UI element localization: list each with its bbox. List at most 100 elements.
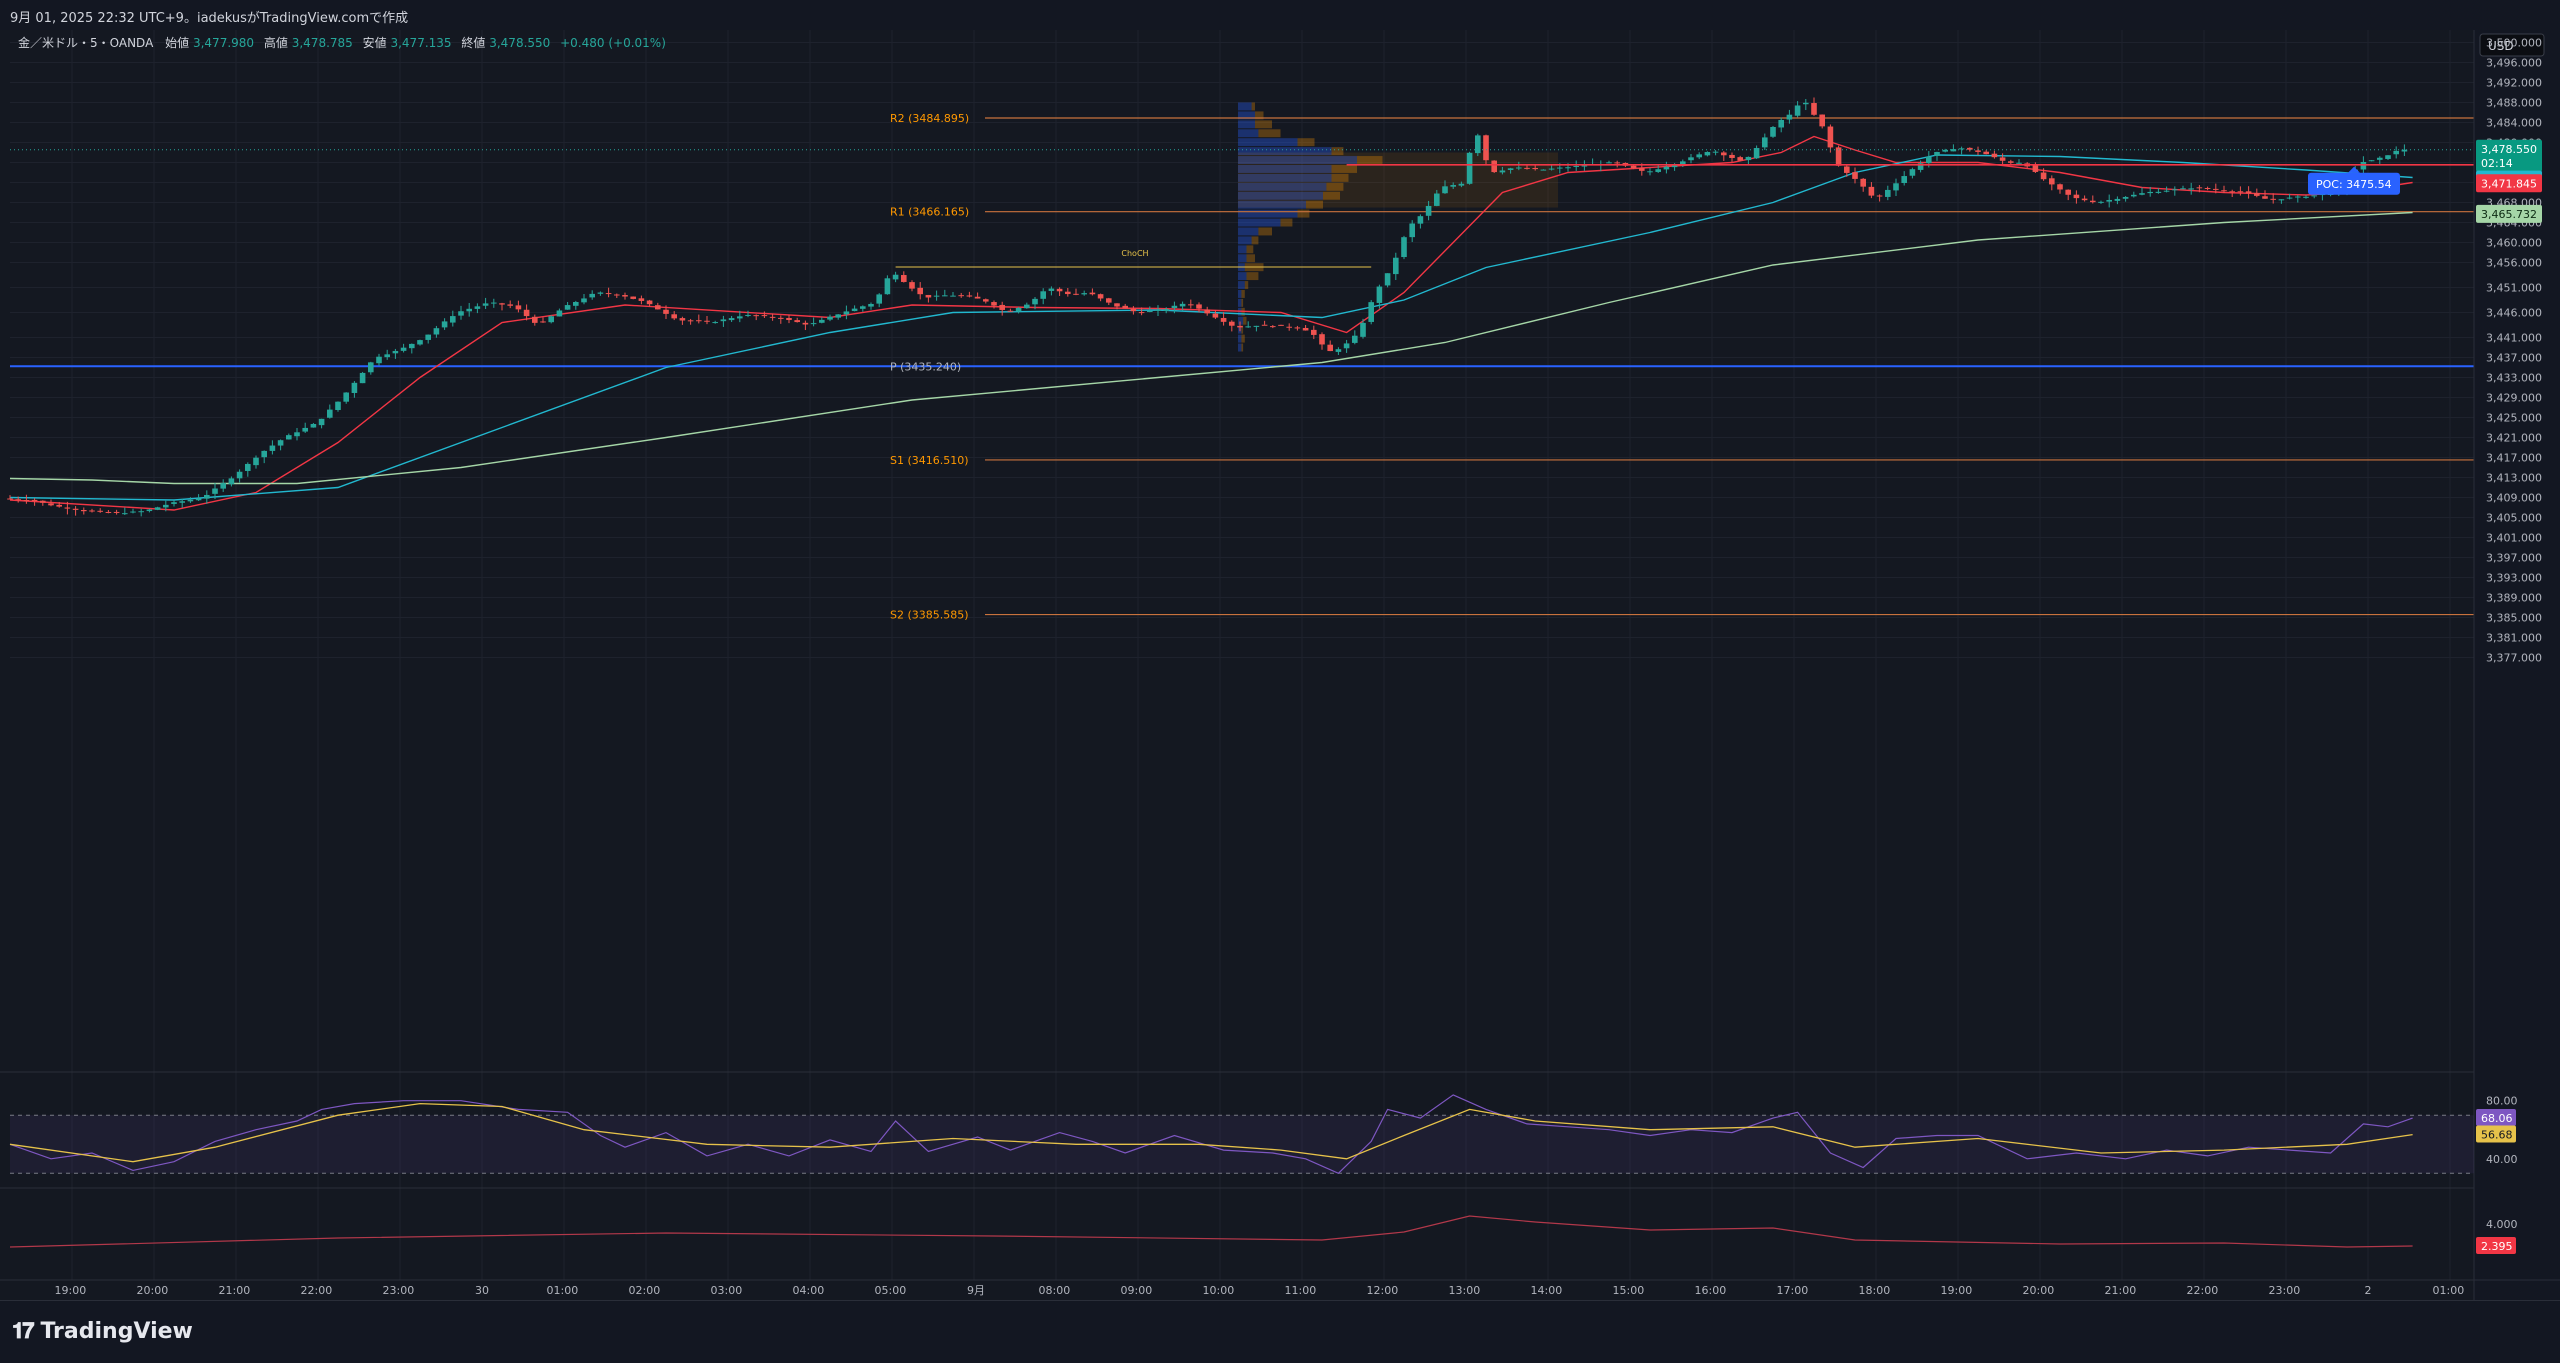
candle-up [1081,293,1087,295]
volume-profile-bar-down [1297,209,1310,218]
candle-down [1220,317,1227,322]
legend-open: 3,477.980 [193,36,254,50]
candle-down [1991,153,1998,158]
candle-down [507,304,513,306]
candle-up [1786,114,1793,120]
candle-up [942,295,948,297]
candle-up [1885,189,1891,197]
candle-down [2254,193,2260,196]
candle-up [458,311,464,316]
candle-up [835,314,841,318]
legend-change: +0.480 (+0.01%) [560,36,666,50]
time-tick-label: 03:00 [711,1284,743,1297]
candle-down [778,317,784,319]
volume-profile-bar-down [1241,334,1245,343]
candle-down [1721,152,1727,156]
candle-up [843,311,850,315]
candle-up [1745,156,1752,161]
candle-down [89,510,95,512]
candle-up [1360,322,1366,337]
candle-up [2295,196,2301,198]
price-tick-label: 3,496.000 [2486,57,2542,70]
volume-profile-bar-down [1241,290,1245,298]
candle-up [2016,162,2022,164]
candle-up [2368,160,2375,162]
time-tick-label: 22:00 [2187,1284,2219,1297]
price-tick-label: 3,456.000 [2486,257,2542,270]
candle-down [2237,191,2244,193]
candle-down [1852,172,1858,179]
candle-up [491,302,497,304]
pivot-label: R1 (3466.165) [890,206,969,219]
candle-down [1294,327,1301,329]
candle-up [327,409,333,418]
candle-up [1253,325,1260,327]
candle-up [1352,335,1358,343]
candle-up [163,504,169,508]
candle-up [187,499,194,502]
candle-up [1155,309,1161,311]
candle-up [425,334,431,340]
candle-down [2204,187,2211,189]
candle-down [974,296,981,299]
tradingview-logo[interactable]: 𝟏𝟕 TradingView [12,1319,193,1344]
candle-down [917,287,923,295]
volume-profile-bar-down [1246,245,1254,254]
volume-profile-bar-up [1238,209,1298,218]
candle-down [113,511,120,513]
candle-up [482,303,489,306]
candle-up [1934,151,1940,156]
candle-down [540,321,546,323]
chart-canvas[interactable]: R2 (3484.895) R1 (3466.165) P (3435.240) S1… [0,30,2560,1300]
candle-up [2114,198,2121,201]
lower-value: 2.395 [2481,1240,2513,1253]
candle-down [2245,191,2252,194]
candle-up [737,316,743,319]
volume-profile-bar-down [1280,218,1293,227]
candle-up [343,392,349,402]
candle-down [1532,168,1538,170]
candle-up [1163,309,1169,311]
candle-down [72,508,79,510]
volume-profile-bar-up [1238,298,1242,307]
candle-down [901,275,907,282]
candle-up [1926,156,1932,164]
time-tick-label: 30 [475,1284,489,1297]
candle-down [1967,147,1973,150]
time-tick-label: 21:00 [2105,1284,2137,1297]
candle-down [515,305,522,310]
legend-high-label: 高値 [264,35,288,50]
candle-up [236,471,243,479]
candle-up [1516,167,1522,169]
volume-profile-bar-up [1238,343,1242,352]
candle-up [2188,188,2194,190]
candle-down [2081,198,2088,201]
candle-up [1901,176,1907,183]
price-tick-label: 3,500.000 [2486,37,2542,50]
candle-up [1409,223,1415,238]
candle-up [1343,343,1350,349]
candle-up [269,445,276,451]
candle-up [1655,169,1661,172]
candle-up [1680,161,1686,165]
candle-up [728,318,735,321]
pivot-label: R2 (3484.895) [890,112,969,125]
volume-profile-bar-down [1246,272,1259,281]
candle-down [696,320,702,322]
candle-up [2172,189,2178,191]
candle-up [1450,185,1456,187]
candle-down [1089,292,1096,295]
candle-up [1475,135,1481,154]
candle-up [1688,157,1694,161]
candle-down [999,304,1005,310]
candle-down [23,500,30,502]
volume-profile-bar-down [1251,236,1259,245]
candle-down [2008,161,2014,163]
volume-profile-bar-down [1241,343,1244,352]
volume-profile-bar-down [1297,138,1315,147]
candle-up [1147,311,1153,313]
candle-up [950,295,956,297]
price-tick-label: 3,401.000 [2486,532,2542,545]
candle-down [523,309,530,317]
price-tick-label: 3,484.000 [2486,117,2542,130]
